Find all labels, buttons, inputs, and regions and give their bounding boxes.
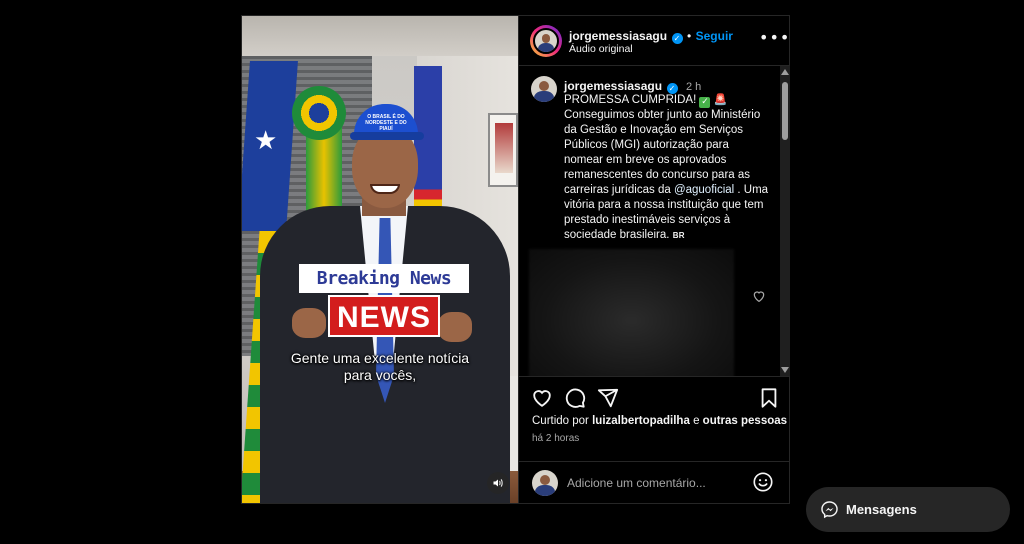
cap-text: O BRASIL É DO NORDESTE E DO PIAUÍ [365, 114, 407, 132]
subtitle-line-1: Gente uma excelente notícia [290, 350, 470, 366]
liked-by-text: Curtido por luizalbertopadilha e outras … [532, 415, 787, 427]
blurred-comment-media [529, 249, 734, 376]
avatar[interactable] [533, 28, 559, 54]
liked-by-user[interactable]: luizalbertopadilha [592, 415, 690, 427]
heart-icon[interactable] [531, 387, 553, 409]
breaking-news-label: Breaking News [299, 264, 469, 293]
brazil-flag-emoji-icon: BR [672, 231, 685, 240]
comments-area[interactable]: jorgemessiasagu ✓ 2 h PROMESSA CUMPRIDA!… [519, 66, 790, 376]
reel-video[interactable]: ★ O BRASIL É DO NORDESTE E DO PIAUÍ Brea… [242, 16, 518, 503]
caption-username[interactable]: jorgemessiasagu [564, 79, 662, 93]
post-header: jorgemessiasagu ✓ • Seguir Áudio origina… [519, 16, 790, 66]
liked-conjunction: e [693, 415, 700, 427]
caption-body: Conseguimos obter junto ao Ministério da… [564, 109, 761, 196]
messages-label: Mensagens [846, 502, 917, 517]
comment-input[interactable] [567, 474, 737, 492]
comments-scrollbar[interactable] [780, 66, 790, 376]
caption-headline: PROMESSA CUMPRIDA! [564, 94, 697, 106]
rosette-emblem [292, 86, 346, 140]
caption-avatar[interactable] [531, 76, 557, 102]
wall-picture [488, 113, 518, 187]
viewer-avatar [532, 470, 558, 496]
post-actions: Curtido por luizalbertopadilha e outras … [519, 376, 790, 461]
follow-button[interactable]: Seguir [696, 29, 733, 43]
emoji-icon[interactable] [752, 471, 774, 493]
scroll-thumb[interactable] [782, 82, 788, 140]
more-options-icon[interactable]: ••• [759, 30, 789, 48]
share-icon[interactable] [597, 387, 619, 409]
subtitle-line-2: para vocês, [343, 367, 417, 383]
heart-icon[interactable] [751, 288, 767, 304]
verified-badge-icon: ✓ [671, 33, 683, 44]
scroll-up-arrow-icon[interactable] [781, 69, 789, 75]
video-subtitle: Gente uma excelente notícia para vocês, [262, 350, 498, 384]
post-timestamp[interactable]: há 2 horas [532, 433, 579, 444]
video-ceiling [242, 16, 518, 56]
post-caption: PROMESSA CUMPRIDA! ✓ 🚨 Conseguimos obter… [564, 92, 770, 243]
add-comment-bar [519, 461, 790, 503]
check-mark-emoji-icon: ✓ [699, 97, 711, 108]
messenger-icon [821, 501, 838, 519]
header-bullet: • [686, 29, 692, 43]
flag-star: ★ [254, 126, 278, 156]
post-modal: ★ O BRASIL É DO NORDESTE E DO PIAUÍ Brea… [241, 15, 790, 504]
author-username[interactable]: jorgemessiasagu [569, 29, 667, 43]
audio-label[interactable]: Áudio original [569, 43, 633, 55]
mention-link[interactable]: @aguoficial [674, 184, 734, 196]
post-side-panel: jorgemessiasagu ✓ • Seguir Áudio origina… [518, 16, 790, 503]
news-label: NEWS [328, 295, 440, 337]
liked-prefix: Curtido por [532, 415, 589, 427]
bookmark-icon[interactable] [758, 387, 780, 409]
cap-brim [350, 132, 424, 140]
scroll-down-arrow-icon[interactable] [781, 367, 789, 373]
siren-emoji-icon: 🚨 [713, 93, 728, 106]
speaker-icon [493, 479, 503, 487]
liked-others-link[interactable]: outras pessoas [703, 415, 787, 427]
comment-icon[interactable] [564, 387, 586, 409]
messages-button[interactable]: Mensagens [806, 487, 1010, 532]
mute-toggle-button[interactable] [487, 472, 509, 494]
left-hand [292, 308, 326, 338]
right-hand [438, 312, 472, 342]
